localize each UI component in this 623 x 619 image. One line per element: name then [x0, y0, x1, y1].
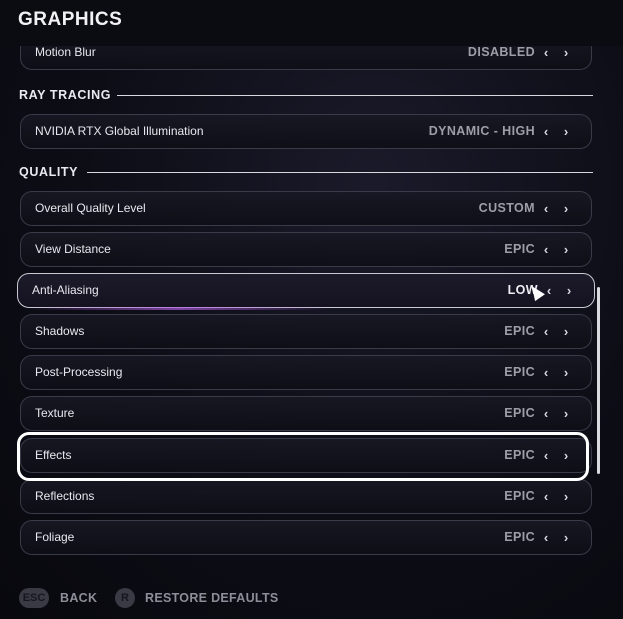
setting-value: EPIC: [504, 365, 535, 379]
setting-value: EPIC: [504, 406, 535, 420]
chevron-left-icon[interactable]: ‹: [539, 46, 553, 69]
setting-row-overall-quality[interactable]: Overall Quality Level CUSTOM ‹ ›: [20, 191, 592, 226]
chevron-right-icon[interactable]: ›: [559, 115, 573, 148]
esc-key-icon: ESC: [19, 588, 49, 608]
setting-row-texture[interactable]: Texture EPIC ‹ ›: [20, 396, 592, 431]
setting-row-motion-blur[interactable]: Motion Blur DISABLED ‹ ›: [20, 46, 592, 70]
chevron-right-icon[interactable]: ›: [559, 233, 573, 266]
chevron-right-icon[interactable]: ›: [559, 480, 573, 513]
setting-value: EPIC: [504, 530, 535, 544]
setting-value: EPIC: [504, 324, 535, 338]
chevron-right-icon[interactable]: ›: [559, 521, 573, 554]
setting-label: Anti-Aliasing: [32, 283, 99, 297]
setting-row-anti-aliasing[interactable]: Anti-Aliasing LOW ‹ ›: [17, 273, 595, 310]
setting-label: Overall Quality Level: [35, 201, 146, 215]
header-bar: GRAPHICS: [0, 0, 623, 46]
chevron-right-icon[interactable]: ›: [559, 315, 573, 348]
scrollbar[interactable]: [597, 287, 600, 474]
chevron-left-icon[interactable]: ‹: [539, 315, 553, 348]
setting-row-view-distance[interactable]: View Distance EPIC ‹ ›: [20, 232, 592, 267]
chevron-left-icon[interactable]: ‹: [539, 192, 553, 225]
setting-label: View Distance: [35, 242, 111, 256]
section-divider: [87, 172, 593, 173]
section-heading-quality: QUALITY: [19, 165, 79, 179]
setting-value: DYNAMIC - HIGH: [428, 124, 535, 138]
setting-row-shadows[interactable]: Shadows EPIC ‹ ›: [20, 314, 592, 349]
chevron-left-icon[interactable]: ‹: [539, 521, 553, 554]
setting-value: CUSTOM: [478, 201, 535, 215]
setting-label: NVIDIA RTX Global Illumination: [35, 124, 204, 138]
chevron-left-icon[interactable]: ‹: [539, 480, 553, 513]
chevron-left-icon[interactable]: ‹: [539, 233, 553, 266]
chevron-right-icon[interactable]: ›: [559, 397, 573, 430]
chevron-left-icon[interactable]: ‹: [539, 115, 553, 148]
back-button[interactable]: BACK: [60, 591, 97, 605]
setting-value: DISABLED: [467, 46, 535, 59]
selection-highlight: [17, 432, 589, 481]
setting-row-reflections[interactable]: Reflections EPIC ‹ ›: [20, 479, 592, 514]
chevron-right-icon[interactable]: ›: [559, 46, 573, 69]
setting-value: EPIC: [504, 489, 535, 503]
footer-hints: [0, 556, 623, 619]
section-heading-ray-tracing: RAY TRACING: [19, 88, 112, 102]
setting-row-rtx-gi[interactable]: NVIDIA RTX Global Illumination DYNAMIC -…: [20, 114, 592, 149]
setting-label: Shadows: [35, 324, 85, 338]
restore-defaults-button[interactable]: RESTORE DEFAULTS: [145, 591, 279, 605]
section-divider: [117, 95, 593, 96]
chevron-right-icon[interactable]: ›: [559, 356, 573, 389]
chevron-left-icon[interactable]: ‹: [542, 274, 556, 307]
chevron-left-icon[interactable]: ‹: [539, 356, 553, 389]
setting-label: Texture: [35, 406, 75, 420]
setting-label: Motion Blur: [35, 46, 96, 59]
chevron-right-icon[interactable]: ›: [562, 274, 576, 307]
chevron-right-icon[interactable]: ›: [559, 192, 573, 225]
setting-row-post-processing[interactable]: Post-Processing EPIC ‹ ›: [20, 355, 592, 390]
setting-value: EPIC: [504, 242, 535, 256]
r-key-icon: R: [115, 588, 135, 608]
chevron-left-icon[interactable]: ‹: [539, 397, 553, 430]
setting-row-foliage[interactable]: Foliage EPIC ‹ ›: [20, 520, 592, 555]
page-title: GRAPHICS: [18, 9, 123, 30]
setting-label: Foliage: [35, 530, 75, 544]
setting-label: Reflections: [35, 489, 95, 503]
setting-label: Post-Processing: [35, 365, 123, 379]
